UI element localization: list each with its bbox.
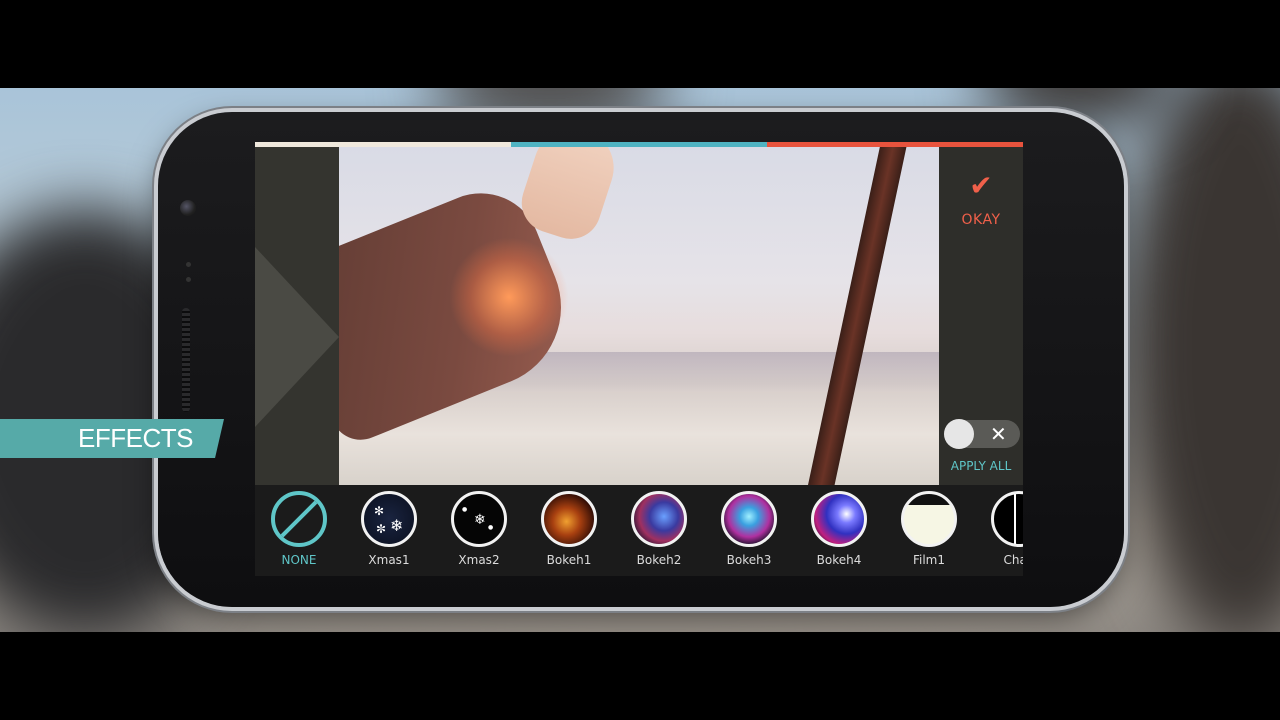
sensor-dot [186,262,191,267]
effects-title: EFFECTS [78,423,193,453]
chan-thumbnail [991,491,1023,547]
effect-label: Bokeh1 [546,553,592,567]
none-icon [271,491,327,547]
effect-label: Bokeh4 [816,553,862,567]
apply-all-toggle[interactable]: ✕ [944,419,1020,449]
okay-button[interactable]: OKAY [939,212,1023,228]
effect-label: Xmas2 [458,553,500,567]
effect-bokeh1[interactable]: Bokeh1 [530,491,608,567]
effect-none[interactable]: NONE [260,491,338,567]
sensor-dot [186,277,191,282]
left-panel [255,147,339,485]
xmas1-thumbnail: ✻ ❄ ✼ [361,491,417,547]
film1-thumbnail [901,491,957,547]
effect-label: Bokeh2 [636,553,682,567]
effect-film1[interactable]: Film1 [890,491,968,567]
effects-title-tag: EFFECTS [0,419,224,458]
effect-chan[interactable]: Chan [980,491,1023,567]
toggle-knob[interactable] [944,419,974,449]
bokeh3-thumbnail [721,491,777,547]
xmas2-thumbnail: ❄ ● ● [451,491,507,547]
preview-image[interactable] [339,147,939,485]
effect-bokeh2[interactable]: Bokeh2 [620,491,698,567]
effect-label: Xmas1 [368,553,410,567]
right-panel: ✔ OKAY ✕ APPLY ALL [939,147,1023,485]
bokeh4-thumbnail [811,491,867,547]
effect-label: Chan [1003,553,1023,567]
effect-xmas1[interactable]: ✻ ❄ ✼ Xmas1 [350,491,428,567]
app-screen: ✔ OKAY ✕ APPLY ALL NONE ✻ ❄ ✼ Xmas1 ❄ ● ● Xm… [255,142,1023,576]
effect-label: Bokeh3 [726,553,772,567]
apply-all-label: APPLY ALL [950,459,1012,473]
effects-strip[interactable]: NONE ✻ ❄ ✼ Xmas1 ❄ ● ● Xmas2 Bokeh1 Bokeh2 B… [255,485,1023,576]
bokeh2-thumbnail [631,491,687,547]
close-icon: ✕ [990,422,1007,446]
effect-label: NONE [281,553,317,567]
effect-xmas2[interactable]: ❄ ● ● Xmas2 [440,491,518,567]
effect-bokeh4[interactable]: Bokeh4 [800,491,878,567]
effect-label: Film1 [912,553,946,567]
speaker-grille [182,308,190,412]
effect-bokeh3[interactable]: Bokeh3 [710,491,788,567]
front-camera-icon [180,200,196,216]
bokeh1-thumbnail [541,491,597,547]
checkmark-icon[interactable]: ✔ [939,169,1023,202]
